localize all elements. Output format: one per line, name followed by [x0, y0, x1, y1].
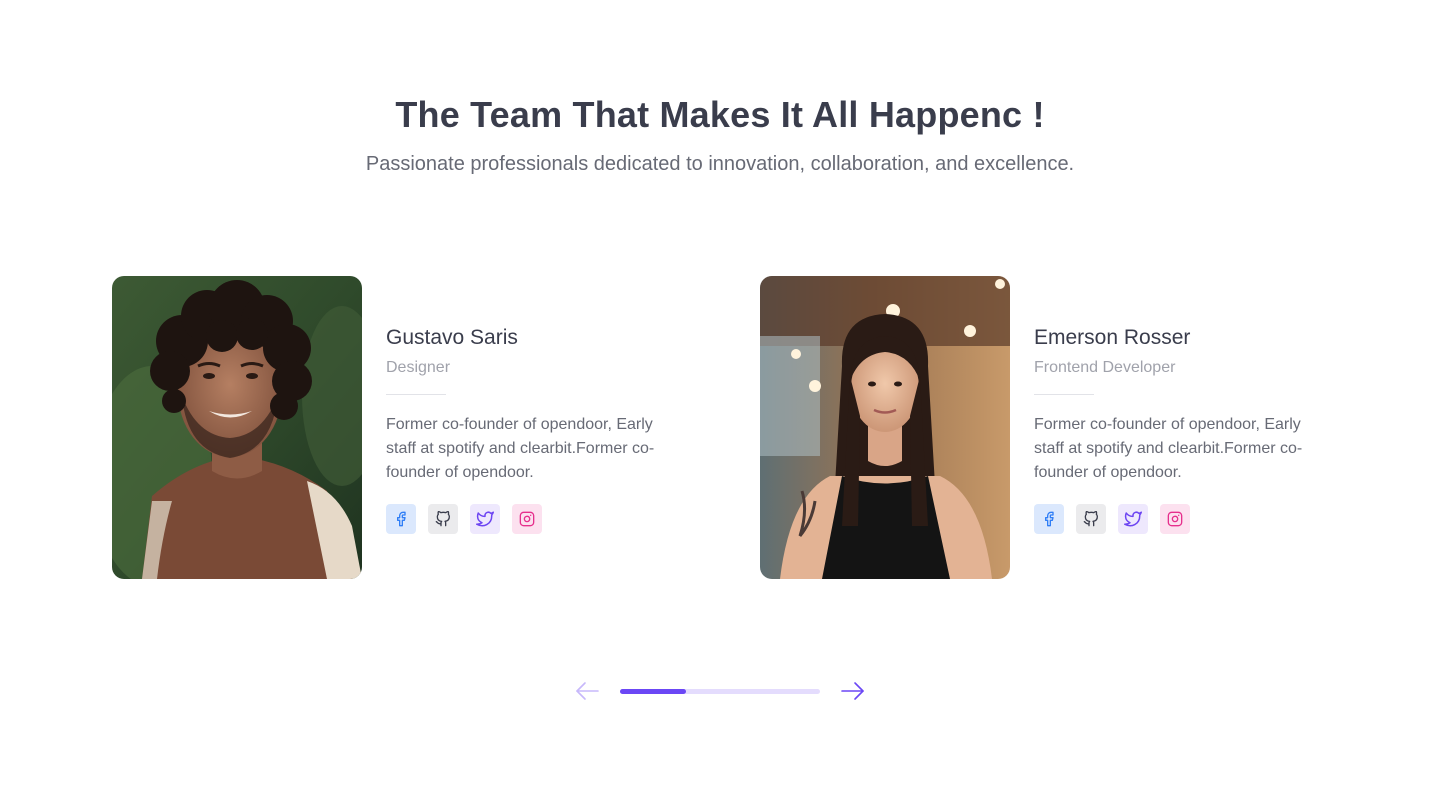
section-title: The Team That Makes It All Happenc !	[395, 94, 1045, 135]
facebook-link[interactable]	[386, 504, 416, 534]
carousel-progress-fill	[620, 689, 686, 694]
github-link[interactable]	[1076, 504, 1106, 534]
next-button[interactable]	[840, 680, 866, 702]
team-member-info: Emerson Rosser Frontend Developer Former…	[1034, 326, 1354, 534]
facebook-icon	[1045, 511, 1054, 527]
social-links	[386, 504, 706, 534]
twitter-link[interactable]	[470, 504, 500, 534]
facebook-icon	[397, 511, 406, 527]
team-member-name: Gustavo Saris	[386, 326, 518, 349]
arrow-right-icon	[841, 682, 864, 700]
carousel-pager	[574, 680, 866, 702]
facebook-link[interactable]	[1034, 504, 1064, 534]
github-icon	[435, 511, 450, 527]
prev-button[interactable]	[574, 680, 600, 702]
team-card: Gustavo Saris Designer Former co-founder…	[112, 276, 712, 579]
team-member-name: Emerson Rosser	[1034, 326, 1191, 349]
team-member-role: Frontend Developer	[1034, 359, 1176, 376]
social-links	[1034, 504, 1354, 534]
instagram-link[interactable]	[1160, 504, 1190, 534]
divider	[386, 394, 446, 395]
team-member-bio: Former co-founder of opendoor, Early sta…	[1034, 416, 1303, 481]
team-member-bio: Former co-founder of opendoor, Early sta…	[386, 416, 655, 481]
twitter-icon	[1124, 511, 1142, 527]
instagram-link[interactable]	[512, 504, 542, 534]
twitter-link[interactable]	[1118, 504, 1148, 534]
instagram-icon	[1167, 511, 1183, 527]
team-member-photo	[760, 276, 1010, 579]
team-member-photo	[112, 276, 362, 579]
section-subtitle: Passionate professionals dedicated to in…	[365, 153, 1075, 175]
twitter-icon	[476, 511, 494, 527]
github-icon	[1083, 511, 1098, 527]
arrow-left-icon	[576, 682, 599, 700]
divider	[1034, 394, 1094, 395]
team-card: Emerson Rosser Frontend Developer Former…	[760, 276, 1360, 579]
team-member-role: Designer	[386, 359, 451, 376]
team-member-info: Gustavo Saris Designer Former co-founder…	[386, 326, 706, 534]
team-section: The Team That Makes It All Happenc ! Pas…	[0, 0, 1440, 804]
instagram-icon	[519, 511, 535, 527]
github-link[interactable]	[428, 504, 458, 534]
carousel-progress-track	[620, 689, 820, 694]
